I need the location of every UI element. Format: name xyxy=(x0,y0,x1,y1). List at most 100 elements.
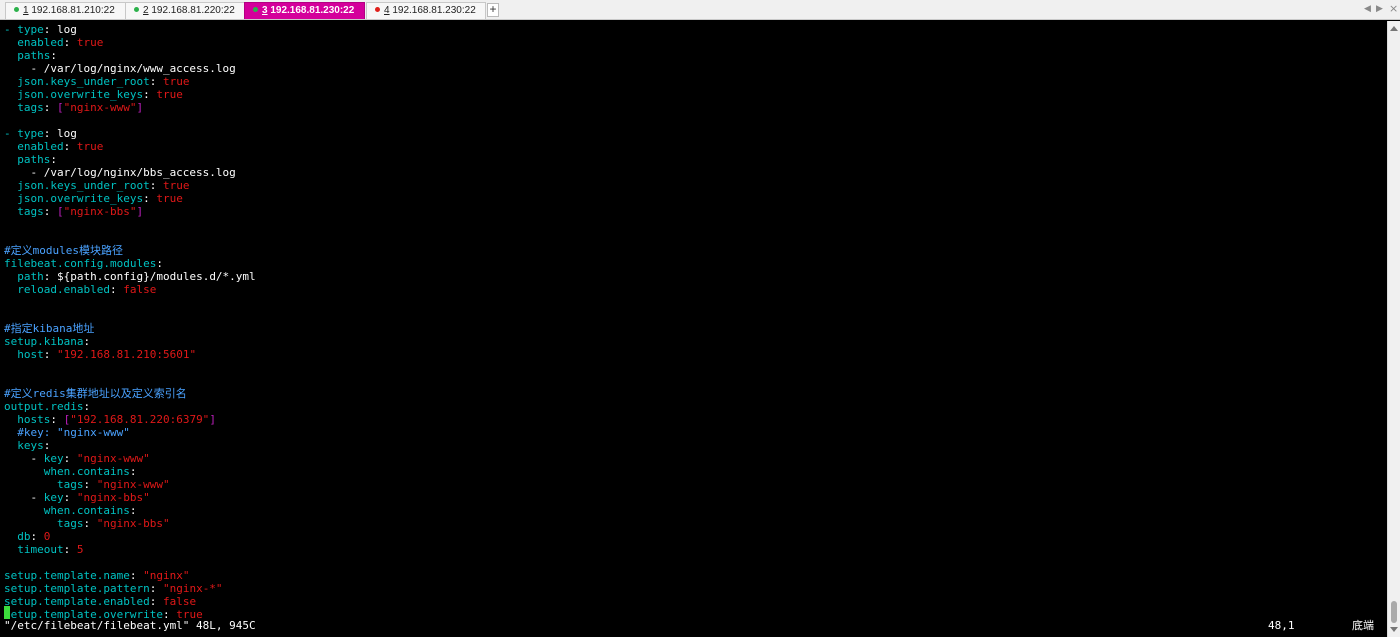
terminal-line: #定义redis集群地址以及定义索引名 xyxy=(4,387,187,400)
code-token: - type xyxy=(4,23,44,36)
code-token: : xyxy=(63,140,77,153)
terminal-line: setup.template.name: "nginx" xyxy=(4,569,189,582)
code-token: : xyxy=(83,400,91,413)
code-token: : xyxy=(129,504,137,517)
terminal-line: keys: xyxy=(4,439,50,452)
code-token: false xyxy=(123,283,157,296)
scroll-down-icon[interactable] xyxy=(1390,627,1398,632)
code-token: json.overwrite_keys xyxy=(4,192,144,205)
status-dot-icon xyxy=(253,7,258,12)
code-token: "nginx-bbs" xyxy=(76,491,150,504)
terminal-line: #指定kibana地址 xyxy=(4,322,94,335)
code-token: : xyxy=(43,348,57,361)
code-token: false xyxy=(162,595,197,608)
code-token: : xyxy=(149,75,163,88)
code-token: ] xyxy=(209,413,216,426)
vertical-scrollbar[interactable] xyxy=(1387,21,1400,637)
terminal-line: json.overwrite_keys: true xyxy=(4,192,183,205)
terminal-line: - key: "nginx-bbs" xyxy=(4,491,150,504)
code-token: - xyxy=(4,491,44,504)
terminal-line: when.contains: xyxy=(4,504,137,517)
code-token: true xyxy=(156,88,183,101)
code-token: paths xyxy=(4,153,51,166)
terminal-line: enabled: true xyxy=(4,140,103,153)
code-token: tags xyxy=(4,517,84,530)
tab-session-2[interactable]: 2 192.168.81.220:22 xyxy=(125,2,245,19)
code-token: "192.168.81.220:6379" xyxy=(70,413,210,426)
tab-number: 1 xyxy=(23,5,29,16)
tab-scroll-left-icon[interactable]: ◀ xyxy=(1364,4,1371,14)
tab-scroll-right-icon[interactable]: ▶ xyxy=(1376,4,1383,14)
code-token: filebeat.config.modules xyxy=(4,257,157,270)
code-token: : xyxy=(143,88,157,101)
terminal-line: filebeat.config.modules: xyxy=(4,257,163,270)
code-token: paths xyxy=(4,49,51,62)
code-token: [ xyxy=(57,101,64,114)
code-token: tags xyxy=(4,101,44,114)
code-token: : xyxy=(43,439,51,452)
code-token: 5 xyxy=(76,543,84,556)
terminal-line: - type: log xyxy=(4,127,77,140)
code-token: key xyxy=(43,491,64,504)
code-token: ] xyxy=(136,205,144,218)
terminal-line: host: "192.168.81.210:5601" xyxy=(4,348,196,361)
code-token: : xyxy=(43,101,57,114)
code-token: : xyxy=(129,465,137,478)
code-token: : xyxy=(50,153,57,166)
close-tab-icon[interactable]: × xyxy=(1389,2,1398,15)
terminal-line: hosts: ["192.168.81.220:6379"] xyxy=(4,413,216,426)
code-token: keys xyxy=(4,439,44,452)
status-dot-icon xyxy=(134,7,139,12)
terminal-line: json.keys_under_root: true xyxy=(4,75,189,88)
tab-session-1[interactable]: 1 192.168.81.210:22 xyxy=(5,2,127,19)
terminal-line: enabled: true xyxy=(4,36,103,49)
tab-session-3[interactable]: 3 192.168.81.230:22 xyxy=(244,2,365,19)
status-dot-icon xyxy=(375,7,380,12)
scroll-thumb[interactable] xyxy=(1391,601,1397,623)
terminal-line: db: 0 xyxy=(4,530,50,543)
scroll-position-indicator: 底端 xyxy=(1352,619,1374,632)
code-token: true xyxy=(162,179,190,192)
code-token: setup.template.name xyxy=(4,569,130,582)
new-tab-button[interactable]: + xyxy=(487,3,499,17)
code-token: setup.template.pattern xyxy=(4,582,150,595)
scroll-up-icon[interactable] xyxy=(1390,26,1398,31)
code-token: when.contains xyxy=(4,465,130,478)
code-token: : xyxy=(149,595,163,608)
tab-host: 192.168.81.220:22 xyxy=(151,5,235,16)
code-token: "nginx-www" xyxy=(63,101,137,114)
terminal-line: #key: "nginx-www" xyxy=(4,426,130,439)
code-token: key xyxy=(43,452,64,465)
terminal-line: - /var/log/nginx/bbs_access.log xyxy=(4,166,235,179)
code-token: : xyxy=(83,478,97,491)
terminal-line: tags: "nginx-www" xyxy=(4,478,170,491)
code-token: : xyxy=(149,582,163,595)
code-token: true xyxy=(156,192,183,205)
code-token: : xyxy=(63,543,77,556)
terminal-output[interactable]: setup.template.overwrite: true setup.temp… xyxy=(0,21,1387,637)
code-token: : xyxy=(156,257,163,270)
code-token: setup.template.enabled xyxy=(4,595,150,608)
tab-session-4[interactable]: 4 192.168.81.230:22 xyxy=(366,2,486,19)
terminal-line: - type: log xyxy=(4,23,77,36)
tab-number: 3 xyxy=(262,5,268,16)
code-token: : xyxy=(109,283,124,296)
code-token: "nginx" xyxy=(143,569,190,582)
code-token: : ${path.config}/modules.d/*.yml xyxy=(43,270,256,283)
terminal-line: path: ${path.config}/modules.d/*.yml xyxy=(4,270,256,283)
terminal-line: - key: "nginx-www" xyxy=(4,452,149,465)
terminal-line: - /var/log/nginx/www_access.log xyxy=(4,62,235,75)
code-token: ] xyxy=(136,101,144,114)
code-token: 0 xyxy=(43,530,51,543)
code-token: json.keys_under_root xyxy=(4,179,150,192)
terminal-line: paths: xyxy=(4,153,57,166)
code-token: "nginx-bbs" xyxy=(63,205,137,218)
code-token: : xyxy=(63,452,77,465)
tab-number: 4 xyxy=(384,5,390,16)
terminal-line: tags: ["nginx-www"] xyxy=(4,101,143,114)
code-token: #key: "nginx-www" xyxy=(4,426,130,439)
terminal-line: json.keys_under_root: true xyxy=(4,179,189,192)
code-token: "nginx-bbs" xyxy=(96,517,170,530)
terminal-line: setup.template.enabled: false xyxy=(4,595,196,608)
code-token: : xyxy=(129,569,144,582)
